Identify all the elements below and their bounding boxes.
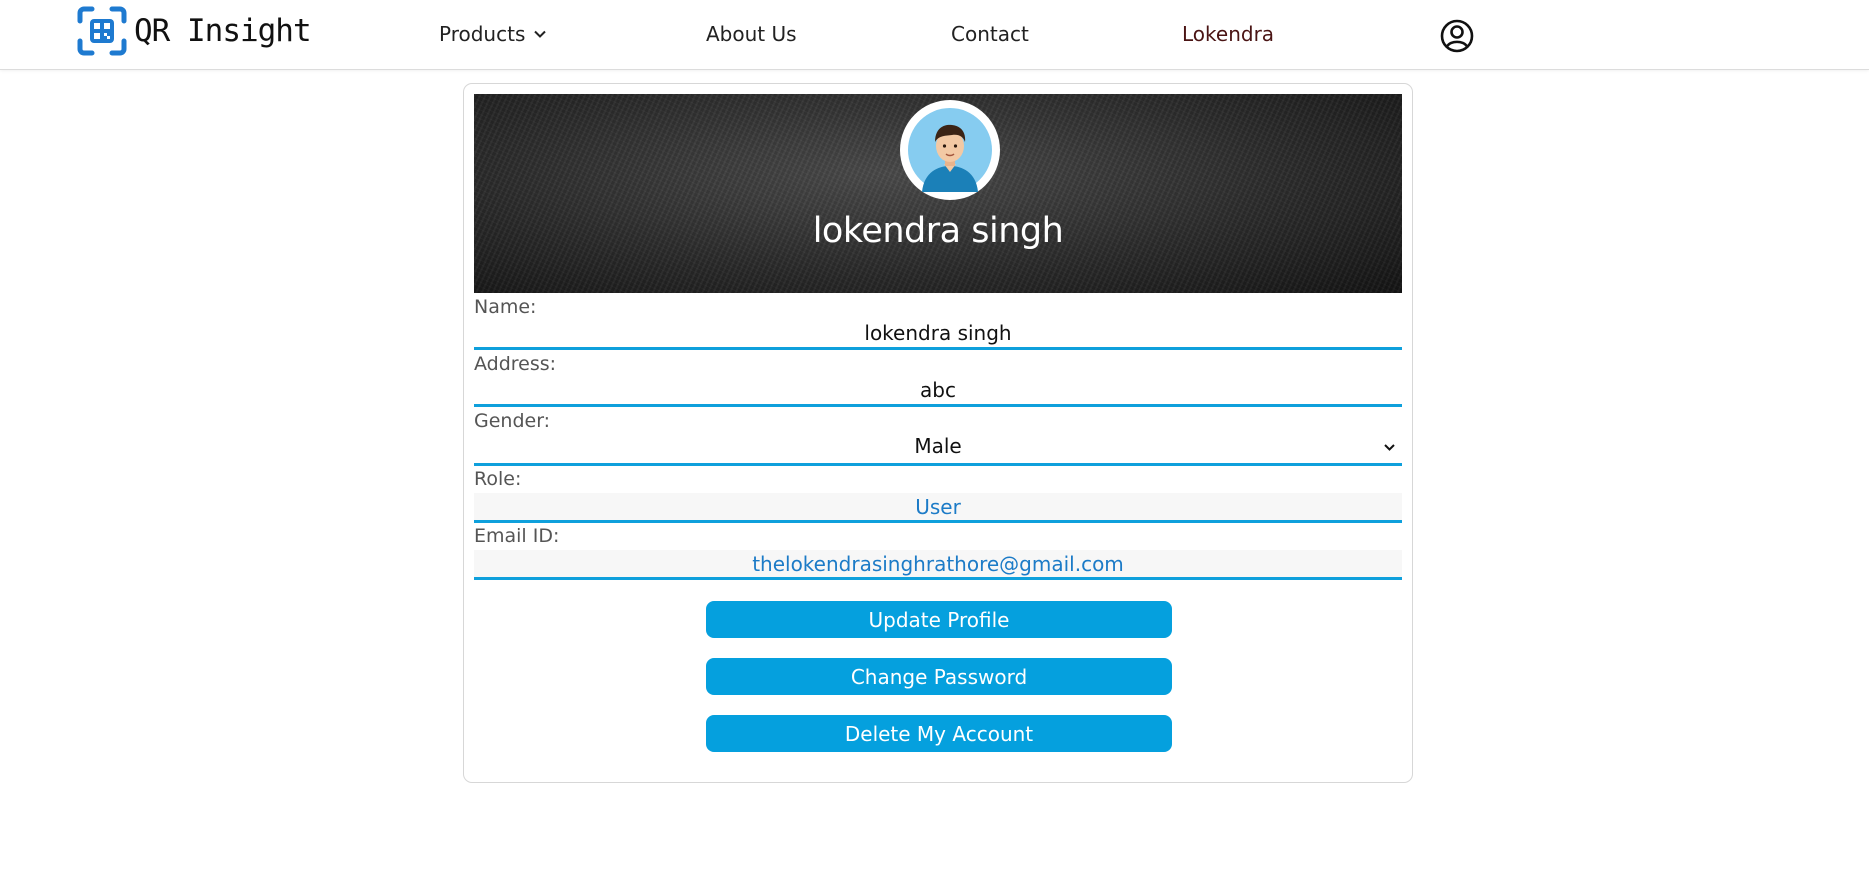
role-field: [474, 493, 1402, 523]
gender-select[interactable]: Male: [474, 432, 1402, 466]
address-label: Address:: [474, 353, 557, 375]
brand-logo[interactable]: QR Insight: [76, 5, 312, 57]
qr-logo-icon: [77, 6, 127, 56]
nav-products-label: Products: [439, 22, 526, 46]
nav-contact[interactable]: Contact: [951, 22, 1029, 46]
account-circle-icon[interactable]: [1440, 19, 1474, 53]
chevron-down-icon: [534, 30, 547, 38]
profile-card: lokendra singh Name: Address: Gender: Ma…: [463, 83, 1413, 783]
brand-name: QR Insight: [134, 13, 312, 49]
gender-selected-value: Male: [914, 434, 962, 458]
gender-label: Gender:: [474, 410, 551, 432]
nav-about-us[interactable]: About Us: [706, 22, 797, 46]
top-navbar: QR Insight Products About Us Contact Lok…: [0, 0, 1869, 70]
profile-display-name: lokendra singh: [812, 211, 1064, 251]
avatar: [900, 100, 1000, 200]
profile-banner: lokendra singh: [474, 94, 1402, 293]
nav-user-name[interactable]: Lokendra: [1182, 22, 1274, 46]
chevron-down-icon: [1384, 444, 1395, 451]
nav-products[interactable]: Products: [439, 22, 547, 46]
role-label: Role:: [474, 468, 522, 490]
email-label: Email ID:: [474, 525, 560, 547]
email-field: [474, 550, 1402, 580]
avatar-illustration: [908, 108, 992, 192]
delete-account-button[interactable]: Delete My Account: [706, 715, 1172, 752]
name-field[interactable]: [474, 318, 1402, 350]
name-label: Name:: [474, 296, 537, 318]
update-profile-button[interactable]: Update Profile: [706, 601, 1172, 638]
address-field[interactable]: [474, 375, 1402, 407]
change-password-button[interactable]: Change Password: [706, 658, 1172, 695]
